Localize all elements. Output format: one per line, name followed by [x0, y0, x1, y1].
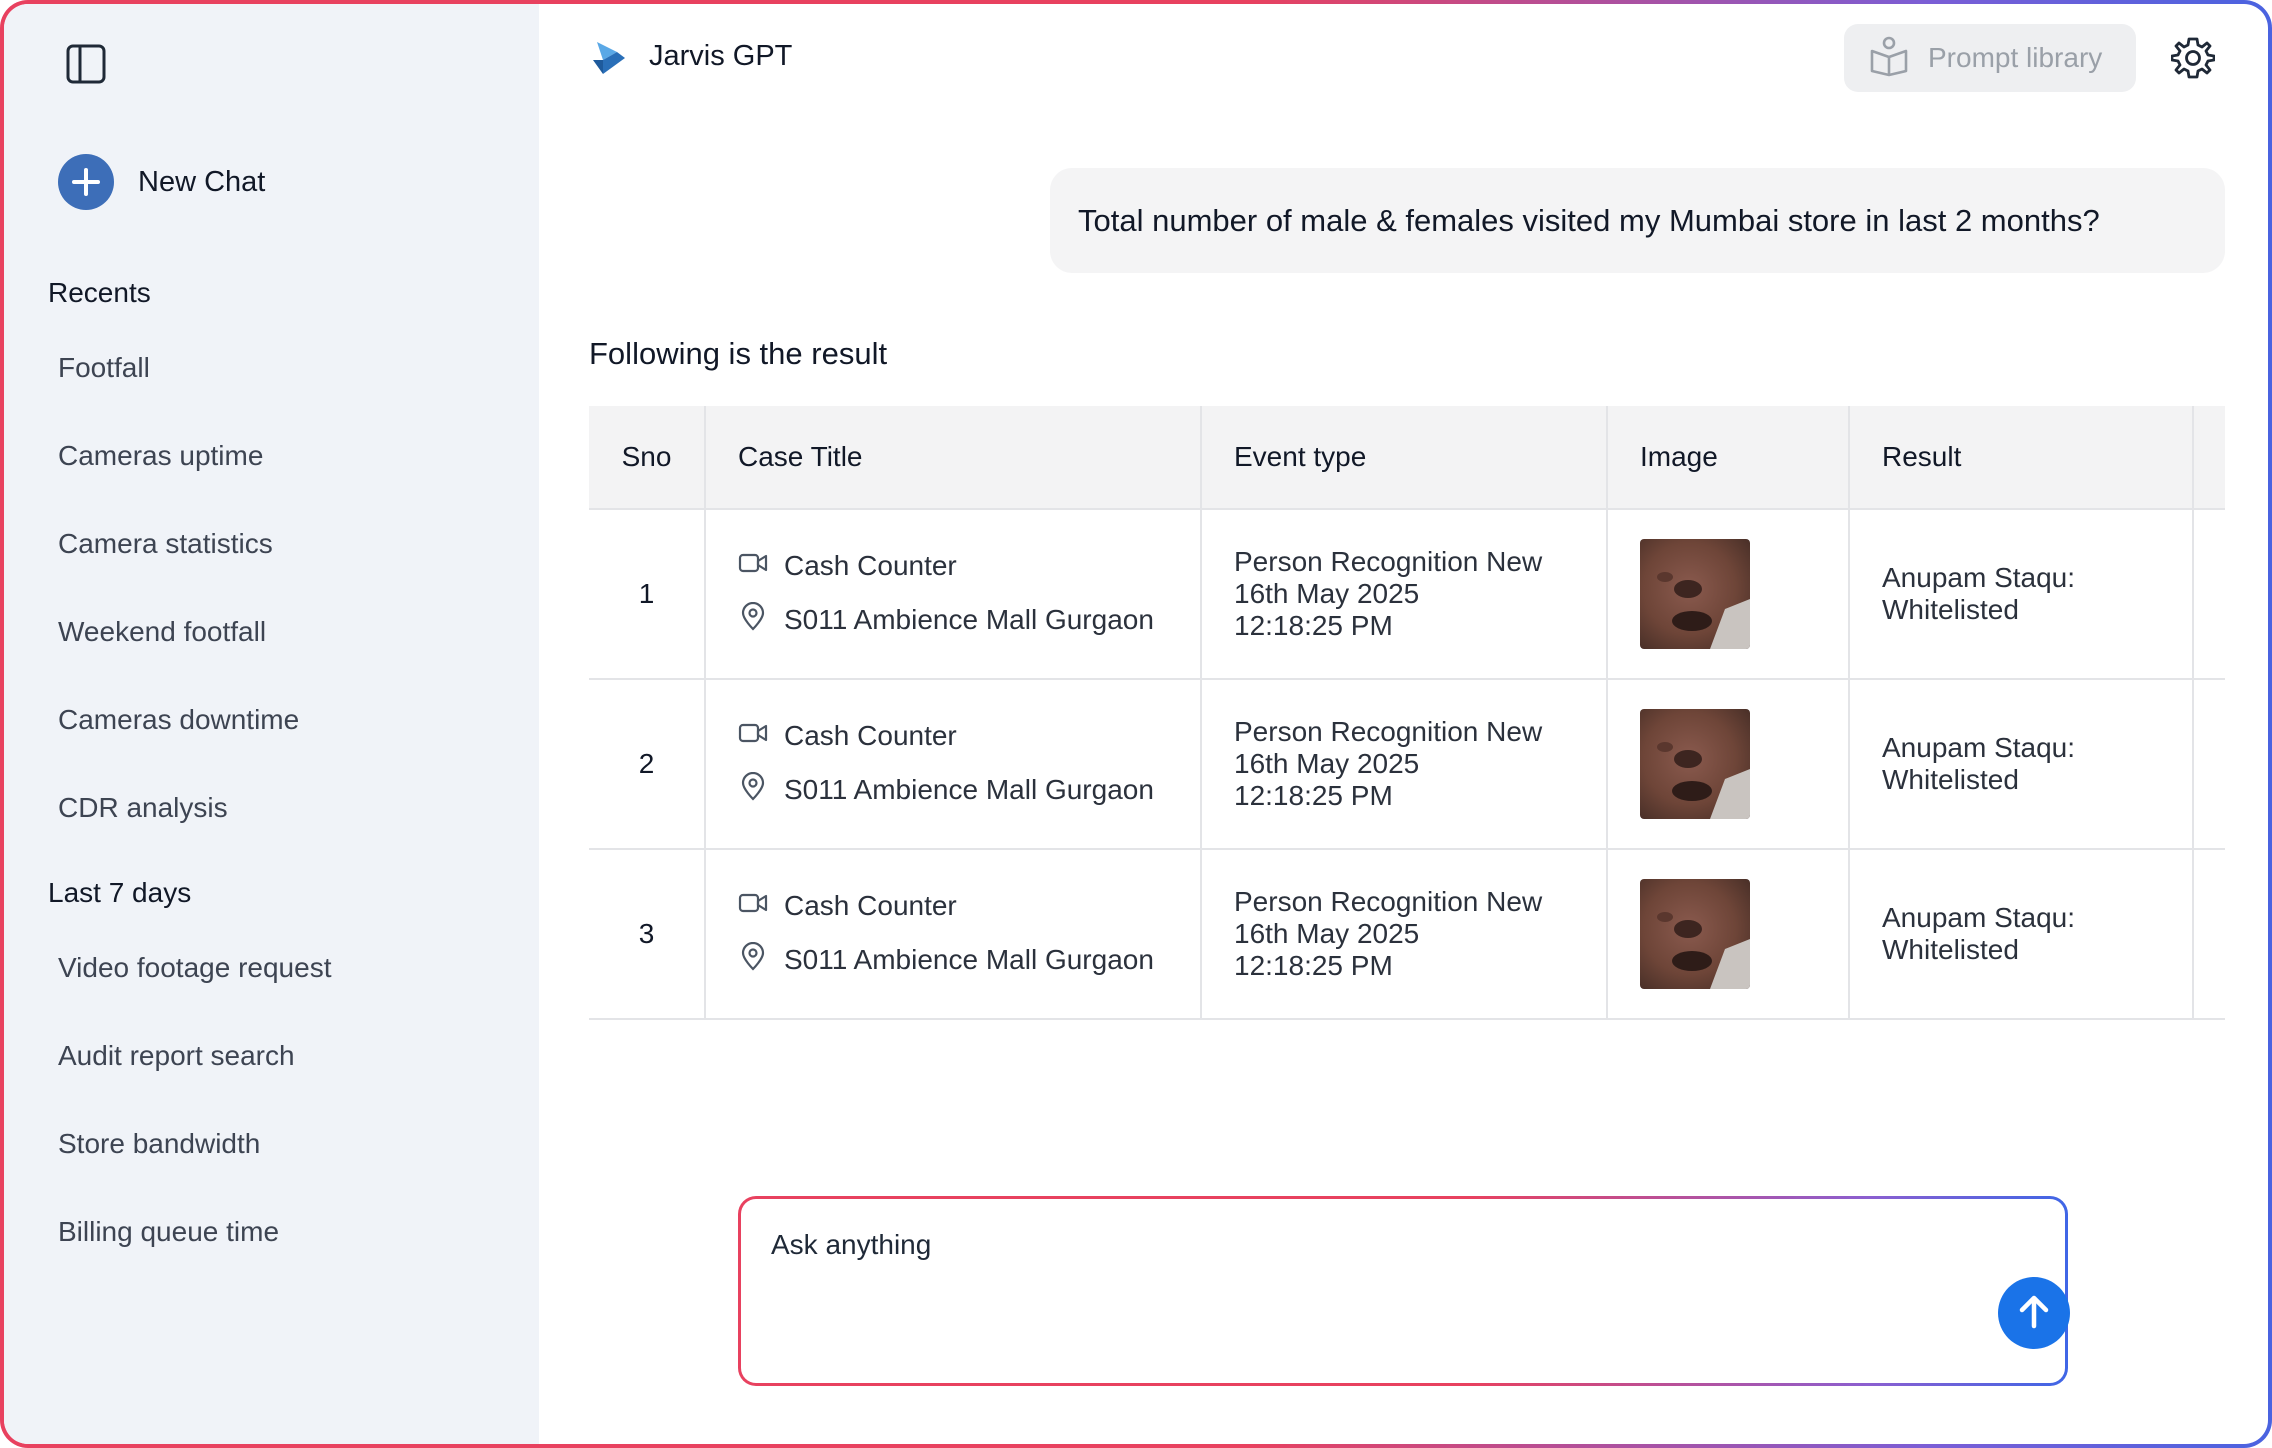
last7-heading: Last 7 days: [48, 877, 192, 908]
table-header-row: Sno Case Title Event type Image Result: [589, 406, 2225, 510]
row-result: Anupam Staqu: Whitelisted: [1850, 850, 2194, 1018]
event-name: Person Recognition New: [1234, 716, 1543, 747]
table-row[interactable]: 2 Cash Counter S011 Ambience Mall Gurgao…: [589, 680, 2225, 850]
column-header-case-title: Case Title: [706, 406, 1202, 508]
sidebar-item-video-footage-request[interactable]: Video footage request: [58, 946, 331, 1034]
location-pin-icon: [738, 601, 768, 639]
row-sno: 3: [589, 850, 706, 1018]
result-status: Whitelisted: [1882, 764, 2019, 795]
composer: [738, 1196, 2070, 1386]
row-case-title: Cash Counter S011 Ambience Mall Gurgaon: [706, 850, 1202, 1018]
camera-name: Cash Counter: [784, 889, 957, 921]
row-extra: [2194, 680, 2225, 848]
results-table: Sno Case Title Event type Image Result 1: [589, 406, 2225, 1020]
face-thumbnail[interactable]: [1640, 539, 1750, 649]
ask-input[interactable]: [771, 1229, 1971, 1261]
last7-list: Video footage request Audit report searc…: [58, 946, 331, 1298]
send-button[interactable]: [1998, 1277, 2070, 1349]
table-row[interactable]: 3 Cash Counter S011 Ambience Mall Gurgao…: [589, 850, 2225, 1020]
event-name: Person Recognition New: [1234, 886, 1543, 917]
app-frame: New Chat Recents Footfall Cameras uptime…: [0, 0, 2272, 1448]
column-header-result: Result: [1850, 406, 2194, 508]
row-extra: [2194, 850, 2225, 1018]
recents-heading: Recents: [48, 277, 151, 308]
plus-icon: [58, 154, 114, 210]
row-image: [1608, 850, 1850, 1018]
result-person: Anupam Staqu:: [1882, 562, 2076, 593]
video-camera-icon: [738, 550, 768, 582]
row-image: [1608, 510, 1850, 678]
video-camera-icon: [738, 720, 768, 752]
face-thumbnail[interactable]: [1640, 879, 1750, 989]
row-result: Anupam Staqu: Whitelisted: [1850, 680, 2194, 848]
gear-icon[interactable]: [2170, 36, 2216, 80]
event-time: 12:18:25 PM: [1234, 950, 1393, 981]
result-status: Whitelisted: [1882, 934, 2019, 965]
app-window: New Chat Recents Footfall Cameras uptime…: [4, 4, 2268, 1444]
row-extra: [2194, 510, 2225, 678]
jarvis-logo-icon: [589, 38, 629, 78]
row-event-type: Person Recognition New 16th May 2025 12:…: [1202, 510, 1608, 678]
assistant-result-intro: Following is the result: [589, 336, 888, 371]
sidebar-item-cameras-downtime[interactable]: Cameras downtime: [58, 698, 299, 786]
sidebar-item-store-bandwidth[interactable]: Store bandwidth: [58, 1122, 331, 1210]
event-date: 16th May 2025: [1234, 748, 1420, 779]
store-location: S011 Ambience Mall Gurgaon: [784, 774, 1154, 805]
column-header-sno: Sno: [589, 406, 706, 508]
arrow-up-icon: [2014, 1292, 2054, 1335]
event-time: 12:18:25 PM: [1234, 610, 1393, 641]
sidebar-toggle-icon[interactable]: [64, 42, 108, 86]
store-location: S011 Ambience Mall Gurgaon: [784, 604, 1154, 635]
new-chat-button[interactable]: New Chat: [58, 154, 265, 210]
result-person: Anupam Staqu:: [1882, 902, 2076, 933]
column-header-event-type: Event type: [1202, 406, 1608, 508]
video-camera-icon: [738, 890, 768, 922]
row-event-type: Person Recognition New 16th May 2025 12:…: [1202, 680, 1608, 848]
location-pin-icon: [738, 771, 768, 809]
sidebar: New Chat Recents Footfall Cameras uptime…: [4, 4, 539, 1444]
row-sno: 1: [589, 510, 706, 678]
event-date: 16th May 2025: [1234, 578, 1420, 609]
event-name: Person Recognition New: [1234, 546, 1543, 577]
prompt-library-button[interactable]: Prompt library: [1844, 24, 2136, 92]
event-date: 16th May 2025: [1234, 918, 1420, 949]
row-result: Anupam Staqu: Whitelisted: [1850, 510, 2194, 678]
prompt-library-label: Prompt library: [1928, 42, 2103, 73]
result-person: Anupam Staqu:: [1882, 732, 2076, 763]
main-area: Jarvis GPT Prompt library Total number o…: [539, 4, 2268, 1444]
face-thumbnail[interactable]: [1640, 709, 1750, 819]
user-message-bubble: Total number of male & females visited m…: [1050, 168, 2225, 273]
row-image: [1608, 680, 1850, 848]
composer-inner: [741, 1199, 2070, 1383]
sidebar-item-cdr-analysis[interactable]: CDR analysis: [58, 786, 299, 874]
event-time: 12:18:25 PM: [1234, 780, 1393, 811]
sidebar-item-footfall[interactable]: Footfall: [58, 346, 299, 434]
book-icon: [1868, 35, 1910, 82]
table-row[interactable]: 1 Cash Counter S011 Ambience Mall Gurgao…: [589, 510, 2225, 680]
column-header-image: Image: [1608, 406, 1850, 508]
store-location: S011 Ambience Mall Gurgaon: [784, 944, 1154, 975]
sidebar-item-cameras-uptime[interactable]: Cameras uptime: [58, 434, 299, 522]
result-status: Whitelisted: [1882, 594, 2019, 625]
camera-name: Cash Counter: [784, 719, 957, 751]
recents-list: Footfall Cameras uptime Camera statistic…: [58, 346, 299, 874]
row-event-type: Person Recognition New 16th May 2025 12:…: [1202, 850, 1608, 1018]
location-pin-icon: [738, 941, 768, 979]
row-case-title: Cash Counter S011 Ambience Mall Gurgaon: [706, 680, 1202, 848]
sidebar-item-audit-report-search[interactable]: Audit report search: [58, 1034, 331, 1122]
column-header-extra: [2194, 406, 2225, 508]
app-title: Jarvis GPT: [649, 40, 793, 72]
row-case-title: Cash Counter S011 Ambience Mall Gurgaon: [706, 510, 1202, 678]
row-sno: 2: [589, 680, 706, 848]
sidebar-item-weekend-footfall[interactable]: Weekend footfall: [58, 610, 299, 698]
sidebar-item-billing-queue-time[interactable]: Billing queue time: [58, 1210, 331, 1298]
new-chat-label: New Chat: [138, 165, 266, 198]
sidebar-item-camera-statistics[interactable]: Camera statistics: [58, 522, 299, 610]
camera-name: Cash Counter: [784, 549, 957, 581]
